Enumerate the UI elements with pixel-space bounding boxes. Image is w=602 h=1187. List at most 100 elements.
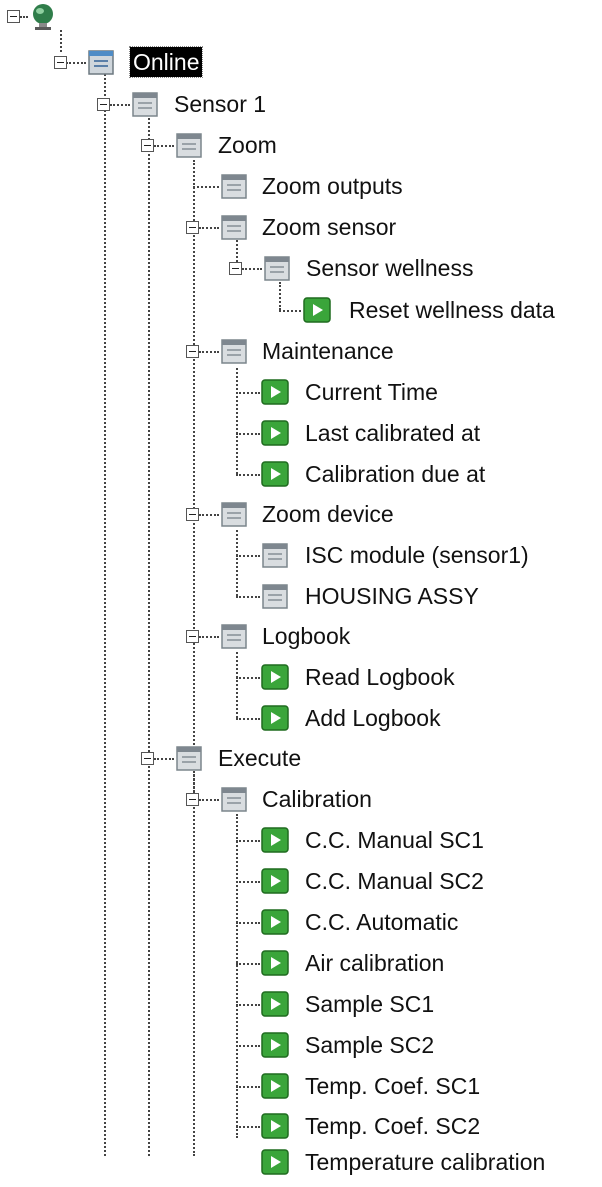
tree-node-maintenance[interactable]: Maintenance [262,336,394,366]
tree-node-zoom[interactable]: Zoom [218,130,277,160]
collapse-toggle-execute[interactable] [141,752,154,765]
tree-line [236,368,238,474]
tree-line [236,814,238,1138]
device-globe-icon[interactable] [28,2,58,32]
tree-line [148,118,150,1156]
collapse-toggle-zoom[interactable] [141,139,154,152]
tree-line [236,1045,260,1047]
tree-line [104,74,106,1156]
tree-node-zoom-sensor[interactable]: Zoom sensor [262,212,396,242]
tree-line [236,1004,260,1006]
tree-node-sensor1[interactable]: Sensor 1 [174,89,266,119]
collapse-toggle-logbook[interactable] [186,630,199,643]
tree-node-online[interactable]: Online [128,46,204,78]
tree-node-housing-assy[interactable]: HOUSING ASSY [305,581,479,611]
folder-menu-icon [176,746,202,771]
tree-line [236,963,260,965]
tree-line [236,840,260,842]
play-method-icon [261,991,289,1017]
tree-line [60,30,62,52]
tree-line [199,799,219,801]
play-method-icon [261,1113,289,1139]
tree-node-sample-sc1[interactable]: Sample SC1 [305,989,434,1019]
play-method-icon [261,1149,289,1175]
tree-line [236,922,260,924]
play-method-icon [261,1073,289,1099]
folder-menu-icon [132,92,158,117]
tree-line [110,104,130,106]
tree-line [236,652,238,718]
tree-node-sensor-wellness[interactable]: Sensor wellness [306,253,473,283]
tree-line [279,310,301,312]
folder-menu-icon [221,502,247,527]
tree-line [236,677,260,679]
collapse-toggle-sensor-wellness[interactable] [229,262,242,275]
tree-line [20,16,28,18]
tree-node-cc-automatic[interactable]: C.C. Automatic [305,907,458,937]
collapse-toggle-maintenance[interactable] [186,345,199,358]
tree-line [236,718,260,720]
collapse-toggle-root[interactable] [7,10,20,23]
play-method-icon [261,664,289,690]
tree-node-sample-sc2[interactable]: Sample SC2 [305,1030,434,1060]
tree-line [236,474,260,476]
folder-menu-icon [221,787,247,812]
tree-node-reset-wellness-data[interactable]: Reset wellness data [349,295,555,325]
tree-line [199,514,219,516]
play-method-icon [261,705,289,731]
tree-node-temp-coef-sc1[interactable]: Temp. Coef. SC1 [305,1071,480,1101]
tree-line [236,1086,260,1088]
folder-menu-icon [262,543,288,568]
tree-node-execute[interactable]: Execute [218,743,301,773]
tree-line [199,351,219,353]
folder-menu-icon [262,584,288,609]
tree-node-add-logbook[interactable]: Add Logbook [305,703,441,733]
tree-line [236,1126,260,1128]
collapse-toggle-calibration[interactable] [186,793,199,806]
tree-line [242,268,262,270]
tree-node-logbook[interactable]: Logbook [262,621,350,651]
play-method-icon [261,868,289,894]
tree-line [66,62,86,64]
play-method-icon [261,420,289,446]
play-method-icon [261,379,289,405]
play-method-icon [261,827,289,853]
tree-node-isc-module[interactable]: ISC module (sensor1) [305,540,529,570]
tree-line [199,227,219,229]
tree-line [154,145,174,147]
folder-menu-icon [221,624,247,649]
tree-line [236,596,260,598]
play-method-icon [261,461,289,487]
folder-menu-icon [176,133,202,158]
play-method-icon [261,950,289,976]
folder-menu-icon [221,339,247,364]
tree-node-zoom-outputs[interactable]: Zoom outputs [262,171,403,201]
play-method-icon [261,1032,289,1058]
tree-node-current-time[interactable]: Current Time [305,377,438,407]
tree-line [279,282,281,310]
tree-line [236,881,260,883]
folder-menu-icon [264,256,290,281]
tree-node-air-calibration[interactable]: Air calibration [305,948,444,978]
tree-line [199,636,219,638]
folder-menu-icon [88,50,114,75]
device-menu-tree: Online Sensor 1 Zoom Zoom outputs Zoom s… [0,0,602,1187]
play-method-icon [303,297,331,323]
tree-line [236,392,260,394]
collapse-toggle-zoom-sensor[interactable] [186,221,199,234]
collapse-toggle-sensor1[interactable] [97,98,110,111]
tree-line [154,758,174,760]
tree-node-temp-coef-sc2[interactable]: Temp. Coef. SC2 [305,1111,480,1141]
tree-node-temperature-calibration[interactable]: Temperature calibration [305,1147,545,1177]
tree-node-last-calibrated-at[interactable]: Last calibrated at [305,418,480,448]
tree-node-calibration[interactable]: Calibration [262,784,372,814]
tree-node-calibration-due-at[interactable]: Calibration due at [305,459,485,489]
collapse-toggle-online[interactable] [54,56,67,69]
collapse-toggle-zoom-device[interactable] [186,508,199,521]
tree-node-cc-manual-sc2[interactable]: C.C. Manual SC2 [305,866,484,896]
tree-node-cc-manual-sc1[interactable]: C.C. Manual SC1 [305,825,484,855]
tree-line [236,530,238,596]
tree-node-zoom-device[interactable]: Zoom device [262,499,394,529]
tree-node-read-logbook[interactable]: Read Logbook [305,662,455,692]
tree-line [193,160,195,1156]
